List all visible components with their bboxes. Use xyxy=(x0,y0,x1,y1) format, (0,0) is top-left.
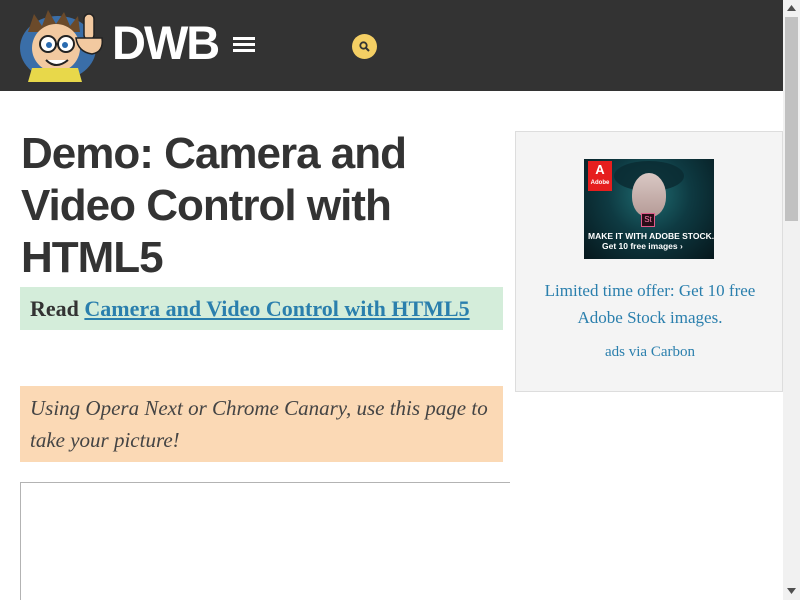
browser-note: Using Opera Next or Chrome Canary, use t… xyxy=(20,386,503,462)
read-prefix: Read xyxy=(30,296,79,321)
ad-face-shape xyxy=(632,173,666,217)
logo-mascot-icon[interactable] xyxy=(18,8,110,82)
carbon-ad: A Adobe St MAKE IT WITH ADOBE STOCK. Get… xyxy=(515,131,783,392)
hamburger-menu-icon[interactable] xyxy=(233,36,255,54)
ads-via-carbon-link[interactable]: ads via Carbon xyxy=(526,341,774,363)
adobe-logo-mark: A xyxy=(595,162,605,177)
ad-subline: Get 10 free images › xyxy=(602,241,683,251)
scroll-up-arrow-icon[interactable] xyxy=(783,0,800,17)
search-button[interactable] xyxy=(352,34,377,59)
site-logo-text[interactable]: DWB xyxy=(112,14,220,72)
menu-bar xyxy=(233,43,255,46)
ad-image[interactable]: A Adobe St MAKE IT WITH ADOBE STOCK. Get… xyxy=(584,159,714,259)
scroll-down-arrow-icon[interactable] xyxy=(783,583,800,600)
vertical-scrollbar[interactable] xyxy=(783,0,800,600)
ad-text-link[interactable]: Limited time offer: Get 10 free Adobe St… xyxy=(526,277,774,331)
adobe-stock-badge: St xyxy=(641,213,655,227)
page-title: Demo: Camera and Video Control with HTML… xyxy=(21,129,407,282)
adobe-logo-icon: A Adobe xyxy=(588,161,612,191)
scrollbar-thumb[interactable] xyxy=(785,17,798,221)
search-icon xyxy=(359,41,370,52)
menu-bar xyxy=(233,49,255,52)
page: DWB Demo: Camera and Video Control with … xyxy=(0,0,800,600)
ad-headline: MAKE IT WITH ADOBE STOCK. xyxy=(588,231,714,241)
article-link[interactable]: Camera and Video Control with HTML5 xyxy=(84,296,469,321)
site-header: DWB xyxy=(0,0,783,91)
video-frame[interactable] xyxy=(20,482,510,600)
read-article-box: Read Camera and Video Control with HTML5 xyxy=(20,287,503,330)
menu-bar xyxy=(233,37,255,40)
adobe-logo-word: Adobe xyxy=(590,180,610,186)
